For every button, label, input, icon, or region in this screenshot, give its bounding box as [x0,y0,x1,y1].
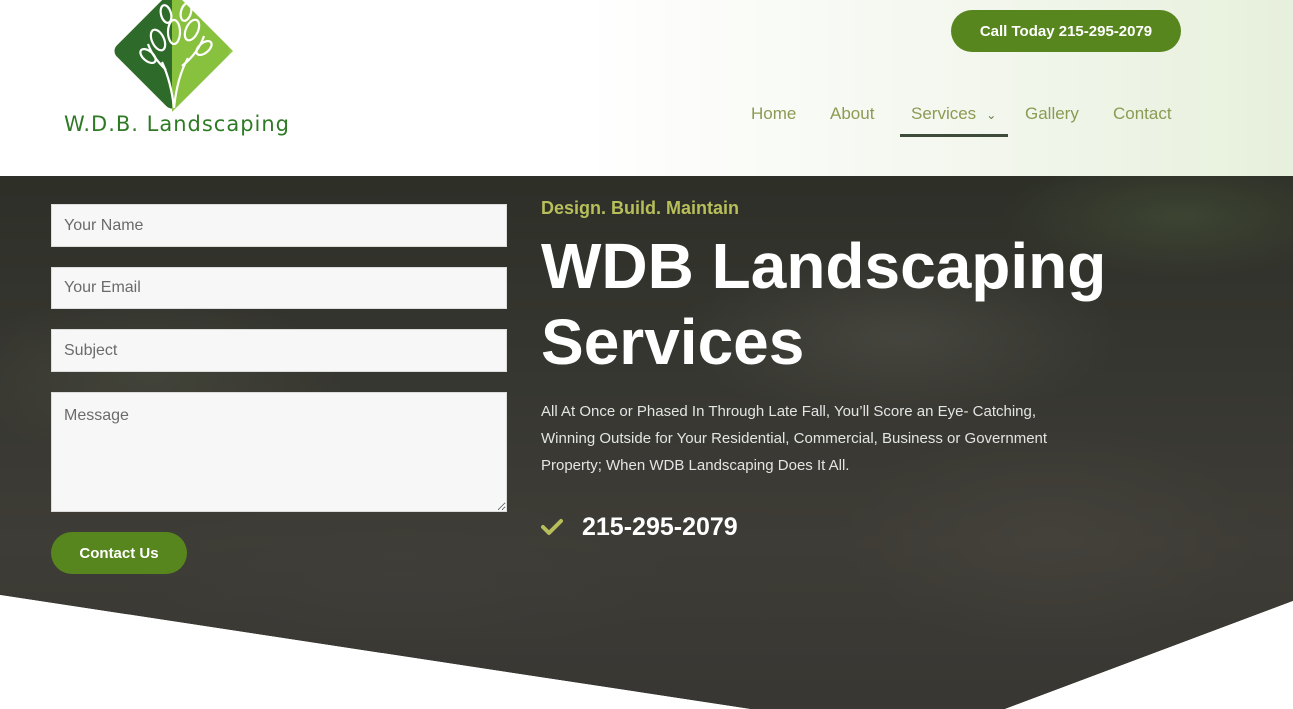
phone-row: 215-295-2079 [541,510,738,544]
email-input[interactable] [51,267,507,309]
hero-tagline: Design. Build. Maintain [541,198,740,218]
message-textarea[interactable] [51,392,507,512]
check-icon [541,519,563,535]
hero-content: Contact Us Design. Build. Maintain WDB L… [0,0,1293,709]
hero-phone[interactable]: 215-295-2079 [582,513,738,542]
contact-us-button[interactable]: Contact Us [51,532,187,574]
hero-headline: WDB Landscaping Services [541,230,1107,378]
hero-description: All At Once or Phased In Through Late Fa… [541,403,1048,474]
name-input[interactable] [51,204,507,247]
subject-input[interactable] [51,329,507,372]
